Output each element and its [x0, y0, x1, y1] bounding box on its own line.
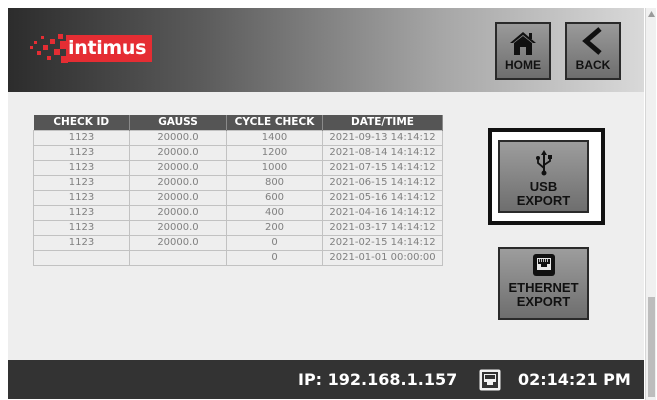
hmi-screen: intimus HOME BACK CHECK ID GAUSS CYCLE C…	[8, 8, 644, 399]
cell-date-time: 2021-03-17 14:14:12	[322, 219, 443, 236]
ethernet-status-icon	[479, 369, 501, 391]
check-log-table: CHECK ID GAUSS CYCLE CHECK DATE/TIME 112…	[33, 115, 443, 266]
cell-cycle-check: 1000	[226, 159, 323, 176]
usb-icon	[535, 150, 552, 176]
usb-export-label-line1: USB	[529, 179, 558, 194]
usb-export-button[interactable]: USB EXPORT	[498, 140, 589, 213]
table-row: 1123 20000.0 1000 2021-07-15 14:14:12	[33, 159, 443, 176]
cell-cycle-check: 0	[226, 249, 323, 266]
table-header-row: CHECK ID GAUSS CYCLE CHECK DATE/TIME	[33, 115, 443, 130]
scrollbar-thumb[interactable]	[648, 297, 655, 397]
cell-cycle-check: 200	[226, 219, 323, 236]
header-bar: intimus HOME BACK	[8, 8, 644, 92]
cell-check-id: 1123	[33, 159, 130, 176]
back-label: BACK	[575, 58, 611, 72]
cell-date-time: 2021-06-15 14:14:12	[322, 174, 443, 191]
table-row: 1123 20000.0 1200 2021-08-14 14:14:12	[33, 144, 443, 161]
cell-check-id: 1123	[33, 144, 130, 161]
cell-check-id: 1123	[33, 234, 130, 251]
ip-address: IP: 192.168.1.157	[298, 370, 458, 389]
col-header-cycle-check: CYCLE CHECK	[226, 115, 323, 130]
cell-check-id: 1123	[33, 174, 130, 191]
cell-gauss: 20000.0	[129, 129, 227, 146]
cell-date-time: 2021-04-16 14:14:12	[322, 204, 443, 221]
cell-cycle-check: 0	[226, 234, 323, 251]
cell-gauss: 20000.0	[129, 144, 227, 161]
ethernet-port-icon	[532, 254, 555, 276]
cell-gauss: 20000.0	[129, 219, 227, 236]
cell-gauss: 20000.0	[129, 159, 227, 176]
cell-check-id: 1123	[33, 219, 130, 236]
status-bar: IP: 192.168.1.157 02:14:21 PM	[8, 360, 644, 399]
ethernet-export-button[interactable]: ETHERNET EXPORT	[498, 247, 589, 320]
house-icon	[510, 32, 536, 55]
clock: 02:14:21 PM	[518, 370, 631, 389]
cell-date-time: 2021-01-01 00:00:00	[322, 249, 443, 266]
col-header-date-time: DATE/TIME	[322, 115, 443, 130]
back-button[interactable]: BACK	[565, 22, 621, 80]
table-row: 1123 20000.0 600 2021-05-16 14:14:12	[33, 189, 443, 206]
cell-cycle-check: 1400	[226, 129, 323, 146]
logo-dots-icon	[28, 32, 68, 65]
cell-check-id	[33, 249, 130, 266]
usb-export-label: USB EXPORT	[517, 180, 570, 208]
table-row: 1123 20000.0 0 2021-02-15 14:14:12	[33, 234, 443, 251]
cell-date-time: 2021-02-15 14:14:12	[322, 234, 443, 251]
cell-date-time: 2021-05-16 14:14:12	[322, 189, 443, 206]
cell-check-id: 1123	[33, 204, 130, 221]
cell-gauss	[129, 249, 227, 266]
cell-date-time: 2021-07-15 14:14:12	[322, 159, 443, 176]
logo-text: intimus	[66, 35, 153, 62]
cell-cycle-check: 1200	[226, 144, 323, 161]
vertical-scrollbar[interactable]	[645, 8, 656, 400]
cell-check-id: 1123	[33, 129, 130, 146]
table-row: 1123 20000.0 1400 2021-09-13 14:14:12	[33, 129, 443, 146]
table-row: 1123 20000.0 400 2021-04-16 14:14:12	[33, 204, 443, 221]
col-header-gauss: GAUSS	[129, 115, 227, 130]
cell-cycle-check: 400	[226, 204, 323, 221]
cell-date-time: 2021-09-13 14:14:12	[322, 129, 443, 146]
cell-gauss: 20000.0	[129, 234, 227, 251]
table-row: 0 2021-01-01 00:00:00	[33, 249, 443, 266]
cell-date-time: 2021-08-14 14:14:12	[322, 144, 443, 161]
col-header-check-id: CHECK ID	[33, 115, 130, 130]
window-frame	[0, 0, 657, 8]
usb-export-label-line2: EXPORT	[516, 193, 571, 208]
chevron-left-icon	[582, 27, 602, 55]
cell-cycle-check: 600	[226, 189, 323, 206]
cell-gauss: 20000.0	[129, 174, 227, 191]
cell-gauss: 20000.0	[129, 189, 227, 206]
ethernet-export-label-line1: ETHERNET	[508, 280, 579, 295]
table-row: 1123 20000.0 800 2021-06-15 14:14:12	[33, 174, 443, 191]
ethernet-export-label: ETHERNET EXPORT	[508, 281, 578, 309]
scroll-up-arrow-icon[interactable]	[647, 10, 656, 19]
cell-check-id: 1123	[33, 189, 130, 206]
home-button[interactable]: HOME	[495, 22, 551, 80]
table-row: 1123 20000.0 200 2021-03-17 14:14:12	[33, 219, 443, 236]
intimus-logo: intimus	[28, 32, 153, 65]
ethernet-export-label-line2: EXPORT	[516, 294, 571, 309]
cell-cycle-check: 800	[226, 174, 323, 191]
home-label: HOME	[505, 58, 541, 72]
cell-gauss: 20000.0	[129, 204, 227, 221]
